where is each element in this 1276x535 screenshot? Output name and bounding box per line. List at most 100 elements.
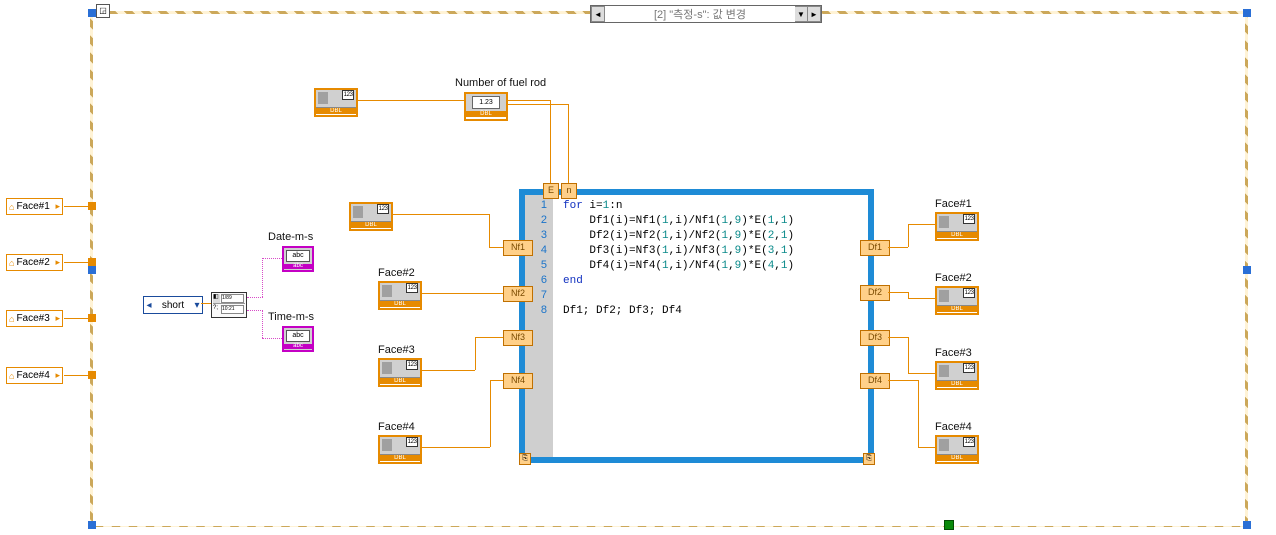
abc-foot: abc [284, 264, 312, 269]
ms-term-df3[interactable]: Df3 [860, 330, 890, 346]
array-indicator-face3[interactable]: DBL [935, 361, 979, 390]
numeric-control-fuelrod[interactable]: 1.23 DBL [464, 92, 508, 121]
selection-handle[interactable] [88, 9, 96, 17]
case-selector-label: [2] "측정-s": 값 변경 [605, 6, 795, 22]
house-icon: ⌂ [9, 371, 14, 381]
label-face1-out: Face#1 [935, 198, 972, 210]
array-node-nf4[interactable]: DBL [378, 435, 422, 464]
array-indicator-face4[interactable]: DBL [935, 435, 979, 464]
label-face4-in: Face#4 [378, 421, 415, 433]
abc-text: abc [286, 250, 310, 262]
array-indicator-face2[interactable]: DBL [935, 286, 979, 315]
label-face2-in: Face#2 [378, 267, 415, 279]
label-time: Time-m-s [268, 311, 314, 323]
house-icon: ⌂ [9, 258, 14, 268]
house-icon: ⌂ [9, 202, 14, 212]
wire [908, 224, 909, 247]
ms-term-nf3[interactable]: Nf3 [503, 330, 533, 346]
format-datetime-node[interactable]: ◧1/89 ?;10:21 [211, 292, 247, 318]
wire [888, 380, 918, 381]
wire-string [262, 310, 263, 338]
ms-term-nf1[interactable]: Nf1 [503, 240, 533, 256]
wire [908, 224, 935, 225]
abc-text: abc [286, 330, 310, 342]
wire [64, 375, 90, 376]
enum-decrement-icon[interactable]: ◂ [144, 300, 154, 311]
ms-corner-icon: ⎘ [863, 453, 875, 465]
ms-term-df1[interactable]: Df1 [860, 240, 890, 256]
local-var-face1[interactable]: ⌂ Face#1 ▸ [6, 198, 63, 215]
string-indicator-time[interactable]: abc abc [282, 326, 314, 352]
case-next-arrow-icon[interactable]: ► [807, 6, 821, 22]
wire [356, 100, 550, 101]
triangle-icon: ▸ [55, 370, 60, 381]
mathscript-gutter: 1 2 3 4 5 6 7 8 [525, 195, 554, 457]
wire [490, 380, 491, 447]
wire [918, 380, 919, 447]
array-node-e[interactable]: DBL [314, 88, 358, 117]
case-dropdown-icon[interactable]: ▼ [795, 6, 807, 22]
selection-handle[interactable] [1243, 9, 1251, 17]
local-var-face2[interactable]: ⌂ Face#2 ▸ [6, 254, 63, 271]
wire-string [262, 258, 282, 259]
triangle-icon: ▸ [55, 313, 60, 324]
wire [489, 214, 490, 247]
case-prev-arrow-icon[interactable]: ◄ [591, 6, 605, 22]
selection-handle[interactable] [88, 521, 96, 529]
label-fuelrod: Number of fuel rod [455, 77, 546, 89]
array-node-nf3[interactable]: DBL [378, 358, 422, 387]
wire [64, 318, 90, 319]
label-face4-out: Face#4 [935, 421, 972, 433]
case-resize-handle[interactable] [944, 520, 954, 530]
wire-string [262, 338, 282, 339]
ms-term-df4[interactable]: Df4 [860, 373, 890, 389]
tunnel [88, 202, 96, 210]
enum-value: short [154, 300, 192, 311]
wire [888, 337, 908, 338]
triangle-icon: ▸ [55, 201, 60, 212]
local-var-face3[interactable]: ⌂ Face#3 ▸ [6, 310, 63, 327]
selection-handle[interactable] [88, 266, 96, 274]
array-indicator-face1[interactable]: DBL [935, 212, 979, 241]
wire [64, 262, 90, 263]
local-var-face4[interactable]: ⌂ Face#4 ▸ [6, 367, 63, 384]
wire-string [247, 310, 263, 311]
array-node-nf1[interactable]: DBL [349, 202, 393, 231]
mathscript-code[interactable]: for i=1:n Df1(i)=Nf1(1,i)/Nf1(1,9)*E(1,1… [553, 195, 868, 457]
wire [908, 373, 935, 374]
ms-term-nf4[interactable]: Nf4 [503, 373, 533, 389]
ms-corner-icon: ⎘ [519, 453, 531, 465]
local-var-label: Face#4 [16, 370, 49, 381]
string-indicator-date[interactable]: abc abc [282, 246, 314, 272]
case-corner-icon: ◲ [96, 4, 110, 18]
wire-string [247, 297, 263, 298]
local-var-label: Face#2 [16, 257, 49, 268]
enum-constant[interactable]: ◂ short ▾ [143, 296, 203, 314]
wire [475, 337, 476, 370]
tunnel [88, 314, 96, 322]
wire [918, 447, 935, 448]
ms-term-nf2[interactable]: Nf2 [503, 286, 533, 302]
selection-handle[interactable] [1243, 266, 1251, 274]
wire [391, 214, 489, 215]
fmt-row: ◧1/89 [213, 294, 245, 304]
case-selector[interactable]: ◄ [2] "측정-s": 값 변경 ▼ ► [590, 5, 822, 23]
label-face3-in: Face#3 [378, 344, 415, 356]
triangle-icon: ▸ [55, 257, 60, 268]
abc-foot: abc [284, 344, 312, 349]
local-var-label: Face#1 [16, 201, 49, 212]
wire [908, 337, 909, 373]
ms-term-n[interactable]: n [561, 183, 577, 199]
ms-term-df2[interactable]: Df2 [860, 285, 890, 301]
label-date: Date-m-s [268, 231, 313, 243]
wire [64, 206, 90, 207]
wire [506, 104, 568, 105]
ms-term-e[interactable]: E [543, 183, 559, 199]
mathscript-node[interactable]: 1 2 3 4 5 6 7 8 for i=1:n Df1(i)=Nf1(1,i… [519, 189, 874, 463]
selection-handle[interactable] [1243, 521, 1251, 529]
wire [908, 298, 935, 299]
wire [420, 447, 490, 448]
array-node-nf2[interactable]: DBL [378, 281, 422, 310]
enum-increment-icon[interactable]: ▾ [192, 300, 202, 311]
tunnel [88, 258, 96, 266]
